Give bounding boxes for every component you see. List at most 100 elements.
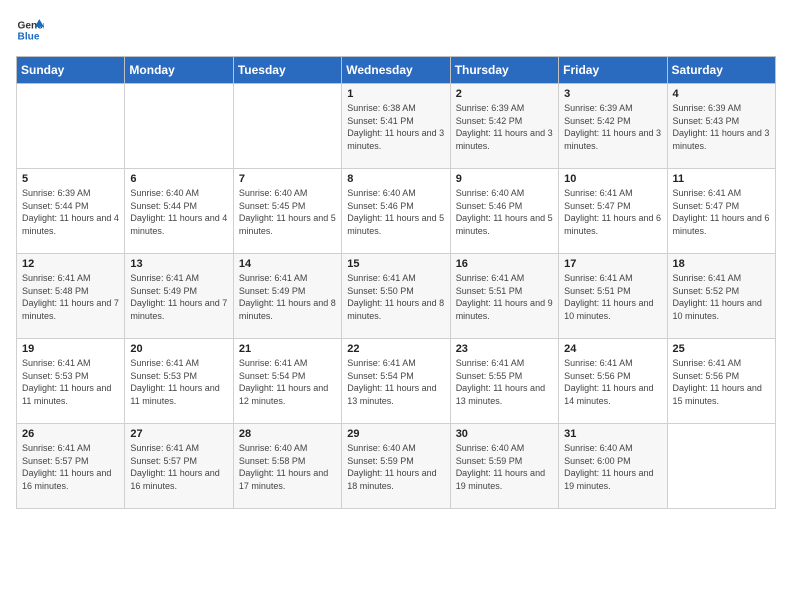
day-info: Sunrise: 6:41 AM Sunset: 5:56 PM Dayligh… [564,357,661,407]
calendar-cell: 4Sunrise: 6:39 AM Sunset: 5:43 PM Daylig… [667,84,775,169]
day-number: 19 [22,343,119,355]
calendar-cell: 26Sunrise: 6:41 AM Sunset: 5:57 PM Dayli… [17,424,125,509]
day-number: 6 [130,173,227,185]
day-info: Sunrise: 6:41 AM Sunset: 5:54 PM Dayligh… [239,357,336,407]
day-number: 2 [456,88,553,100]
calendar-cell: 20 Sunrise: 6:41 AM Sunset: 5:53 PM Dayli… [125,339,233,424]
day-number: 12 [22,258,119,270]
day-number: 30 [456,428,553,440]
calendar-cell: 16Sunrise: 6:41 AM Sunset: 5:51 PM Dayli… [450,254,558,339]
day-info: Sunrise: 6:41 AM Sunset: 5:56 PM Dayligh… [673,357,770,407]
day-info: Sunrise: 6:41 AM Sunset: 5:49 PM Dayligh… [130,272,227,322]
day-number: 4 [673,88,770,100]
day-number: 22 [347,343,444,355]
day-info: Sunrise: 6:41 AM Sunset: 5:52 PM Dayligh… [673,272,770,322]
calendar-cell: 27 Sunrise: 6:41 AM Sunset: 5:57 PM Dayli… [125,424,233,509]
day-info: Sunrise: 6:41 AM Sunset: 5:49 PM Dayligh… [239,272,336,322]
day-info: Sunrise: 6:40 AM Sunset: 5:46 PM Dayligh… [347,187,444,237]
day-info: Sunrise: 6:40 AM Sunset: 5:58 PM Dayligh… [239,442,336,492]
day-info: Sunrise: 6:40 AM Sunset: 5:46 PM Dayligh… [456,187,553,237]
calendar-week-1: 1 Sunrise: 6:38 AM Sunset: 5:41 PM Daylig… [17,84,776,169]
day-info: Sunrise: 6:41 AM Sunset: 5:55 PM Dayligh… [456,357,553,407]
day-number: 9 [456,173,553,185]
day-number: 8 [347,173,444,185]
calendar-cell: 2 Sunrise: 6:39 AM Sunset: 5:42 PM Daylig… [450,84,558,169]
day-number: 16 [456,258,553,270]
calendar-cell: 13 Sunrise: 6:41 AM Sunset: 5:49 PM Dayli… [125,254,233,339]
day-number: 17 [564,258,661,270]
day-number: 7 [239,173,336,185]
day-info: Sunrise: 6:41 AM Sunset: 5:47 PM Dayligh… [673,187,770,237]
day-number: 25 [673,343,770,355]
day-info: Sunrise: 6:40 AM Sunset: 5:59 PM Dayligh… [456,442,553,492]
calendar-cell: 14 Sunrise: 6:41 AM Sunset: 5:49 PM Dayli… [233,254,341,339]
day-number: 10 [564,173,661,185]
calendar-body: 1 Sunrise: 6:38 AM Sunset: 5:41 PM Daylig… [17,84,776,509]
calendar-cell: 19 Sunrise: 6:41 AM Sunset: 5:53 PM Dayli… [17,339,125,424]
calendar-cell: 25 Sunrise: 6:41 AM Sunset: 5:56 PM Dayli… [667,339,775,424]
logo-icon: General Blue [16,16,44,44]
calendar-cell: 11 Sunrise: 6:41 AM Sunset: 5:47 PM Dayli… [667,169,775,254]
day-info: Sunrise: 6:39 AM Sunset: 5:42 PM Dayligh… [564,102,661,152]
day-info: Sunrise: 6:38 AM Sunset: 5:41 PM Dayligh… [347,102,444,152]
day-header-friday: Friday [559,57,667,84]
day-info: Sunrise: 6:41 AM Sunset: 5:47 PM Dayligh… [564,187,661,237]
day-number: 14 [239,258,336,270]
calendar-cell: 15Sunrise: 6:41 AM Sunset: 5:50 PM Dayli… [342,254,450,339]
day-number: 3 [564,88,661,100]
day-number: 18 [673,258,770,270]
day-info: Sunrise: 6:40 AM Sunset: 5:59 PM Dayligh… [347,442,444,492]
calendar-cell: 9 Sunrise: 6:40 AM Sunset: 5:46 PM Daylig… [450,169,558,254]
calendar-cell: 5Sunrise: 6:39 AM Sunset: 5:44 PM Daylig… [17,169,125,254]
day-number: 5 [22,173,119,185]
day-number: 27 [130,428,227,440]
calendar-cell [17,84,125,169]
calendar-week-2: 5Sunrise: 6:39 AM Sunset: 5:44 PM Daylig… [17,169,776,254]
calendar-cell [233,84,341,169]
day-info: Sunrise: 6:40 AM Sunset: 5:45 PM Dayligh… [239,187,336,237]
day-number: 11 [673,173,770,185]
calendar-cell [125,84,233,169]
day-info: Sunrise: 6:41 AM Sunset: 5:53 PM Dayligh… [130,357,227,407]
calendar-cell: 18 Sunrise: 6:41 AM Sunset: 5:52 PM Dayli… [667,254,775,339]
calendar-cell: 10 Sunrise: 6:41 AM Sunset: 5:47 PM Dayli… [559,169,667,254]
calendar-cell: 6 Sunrise: 6:40 AM Sunset: 5:44 PM Daylig… [125,169,233,254]
calendar-cell: 1 Sunrise: 6:38 AM Sunset: 5:41 PM Daylig… [342,84,450,169]
calendar-table: SundayMondayTuesdayWednesdayThursdayFrid… [16,56,776,509]
calendar-week-4: 19 Sunrise: 6:41 AM Sunset: 5:53 PM Dayli… [17,339,776,424]
calendar-cell: 17 Sunrise: 6:41 AM Sunset: 5:51 PM Dayli… [559,254,667,339]
day-header-thursday: Thursday [450,57,558,84]
day-info: Sunrise: 6:41 AM Sunset: 5:57 PM Dayligh… [130,442,227,492]
day-info: Sunrise: 6:41 AM Sunset: 5:53 PM Dayligh… [22,357,119,407]
day-info: Sunrise: 6:40 AM Sunset: 6:00 PM Dayligh… [564,442,661,492]
calendar-cell: 30 Sunrise: 6:40 AM Sunset: 5:59 PM Dayli… [450,424,558,509]
page-header: General Blue [16,16,776,44]
calendar-cell: 24 Sunrise: 6:41 AM Sunset: 5:56 PM Dayli… [559,339,667,424]
calendar-cell: 22 Sunrise: 6:41 AM Sunset: 5:54 PM Dayli… [342,339,450,424]
day-number: 31 [564,428,661,440]
day-header-tuesday: Tuesday [233,57,341,84]
calendar-cell: 28Sunrise: 6:40 AM Sunset: 5:58 PM Dayli… [233,424,341,509]
day-info: Sunrise: 6:39 AM Sunset: 5:42 PM Dayligh… [456,102,553,152]
calendar-cell [667,424,775,509]
day-header-saturday: Saturday [667,57,775,84]
day-number: 24 [564,343,661,355]
day-number: 20 [130,343,227,355]
calendar-week-3: 12Sunrise: 6:41 AM Sunset: 5:48 PM Dayli… [17,254,776,339]
day-header-sunday: Sunday [17,57,125,84]
calendar-cell: 31 Sunrise: 6:40 AM Sunset: 6:00 PM Dayli… [559,424,667,509]
calendar-cell: 7 Sunrise: 6:40 AM Sunset: 5:45 PM Daylig… [233,169,341,254]
day-number: 13 [130,258,227,270]
calendar-cell: 23Sunrise: 6:41 AM Sunset: 5:55 PM Dayli… [450,339,558,424]
calendar-cell: 21Sunrise: 6:41 AM Sunset: 5:54 PM Dayli… [233,339,341,424]
calendar-header-row: SundayMondayTuesdayWednesdayThursdayFrid… [17,57,776,84]
calendar-cell: 8 Sunrise: 6:40 AM Sunset: 5:46 PM Daylig… [342,169,450,254]
day-header-monday: Monday [125,57,233,84]
calendar-cell: 29Sunrise: 6:40 AM Sunset: 5:59 PM Dayli… [342,424,450,509]
svg-text:Blue: Blue [18,31,40,42]
day-number: 1 [347,88,444,100]
day-info: Sunrise: 6:41 AM Sunset: 5:54 PM Dayligh… [347,357,444,407]
logo: General Blue [16,16,44,44]
day-info: Sunrise: 6:41 AM Sunset: 5:51 PM Dayligh… [564,272,661,322]
day-info: Sunrise: 6:40 AM Sunset: 5:44 PM Dayligh… [130,187,227,237]
